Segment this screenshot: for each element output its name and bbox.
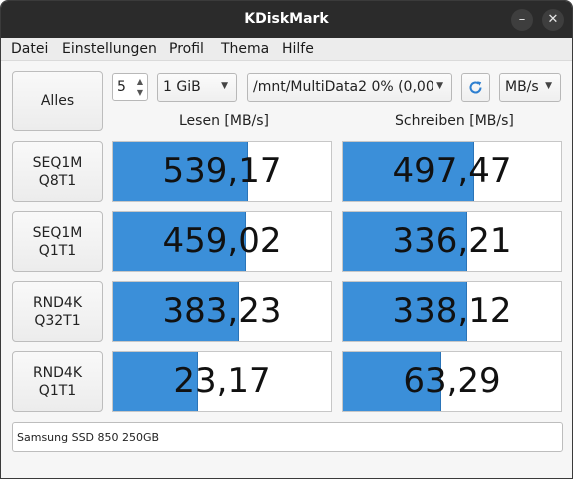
menu-datei[interactable]: Datei xyxy=(11,41,48,57)
write-value: 63,29 xyxy=(403,361,501,401)
test-name: SEQ1M xyxy=(32,225,83,241)
read-result: 459,02 xyxy=(112,211,332,272)
test-seq1m-q8t1-button[interactable]: SEQ1M Q8T1 xyxy=(12,141,103,202)
drive-value: /mnt/MultiData2 0% (0,00, xyxy=(253,79,433,95)
title-bar[interactable]: KDiskMark – ✕ xyxy=(1,1,572,38)
spin-down-icon[interactable]: ▼ xyxy=(135,87,145,98)
spin-up-icon[interactable]: ▲ xyxy=(135,76,145,87)
read-result: 383,23 xyxy=(112,281,332,342)
run-all-button[interactable]: Alles xyxy=(12,71,103,131)
drive-select[interactable]: /mnt/MultiData2 0% (0,00, ▼ xyxy=(247,73,452,102)
test-params: Q1T1 xyxy=(38,383,77,399)
refresh-icon xyxy=(469,81,482,94)
read-value: 459,02 xyxy=(162,221,282,261)
test-params: Q1T1 xyxy=(38,243,77,259)
write-column-header: Schreiben [MB/s] xyxy=(395,113,514,129)
menu-bar: Datei Einstellungen Profil Thema Hilfe xyxy=(1,38,572,61)
app-window: KDiskMark – ✕ Datei Einstellungen Profil… xyxy=(0,0,573,479)
test-params: Q32T1 xyxy=(34,313,81,329)
window-title: KDiskMark xyxy=(244,11,329,27)
read-value: 23,17 xyxy=(173,361,271,401)
device-info-field[interactable]: Samsung SSD 850 250GB xyxy=(12,422,563,452)
read-result: 23,17 xyxy=(112,351,332,412)
test-name: RND4K xyxy=(32,365,83,381)
read-value: 383,23 xyxy=(162,291,282,331)
test-name: SEQ1M xyxy=(32,155,83,171)
unit-value: MB/s xyxy=(505,79,539,95)
chevron-down-icon: ▼ xyxy=(221,81,228,91)
write-result: 63,29 xyxy=(342,351,562,412)
minimize-button[interactable]: – xyxy=(511,9,533,31)
write-result: 338,12 xyxy=(342,281,562,342)
test-seq1m-q1t1-button[interactable]: SEQ1M Q1T1 xyxy=(12,211,103,272)
write-value: 336,21 xyxy=(392,221,512,261)
size-value: 1 GiB xyxy=(163,79,201,95)
test-name: RND4K xyxy=(32,295,83,311)
read-value: 539,17 xyxy=(162,151,282,191)
write-value: 497,47 xyxy=(392,151,512,191)
write-result: 336,21 xyxy=(342,211,562,272)
read-column-header: Lesen [MB/s] xyxy=(179,113,270,129)
menu-hilfe[interactable]: Hilfe xyxy=(282,41,314,57)
test-params: Q8T1 xyxy=(38,173,77,189)
chevron-down-icon: ▼ xyxy=(545,81,552,91)
menu-thema[interactable]: Thema xyxy=(221,41,269,57)
device-name: Samsung SSD 850 250GB xyxy=(17,431,160,444)
close-button[interactable]: ✕ xyxy=(542,9,564,31)
test-rnd4k-q32t1-button[interactable]: RND4K Q32T1 xyxy=(12,281,103,342)
menu-profil[interactable]: Profil xyxy=(169,41,204,57)
runs-value: 5 xyxy=(117,79,126,95)
chevron-down-icon: ▼ xyxy=(436,81,443,91)
size-select[interactable]: 1 GiB ▼ xyxy=(157,73,237,102)
unit-select[interactable]: MB/s ▼ xyxy=(499,73,561,102)
write-value: 338,12 xyxy=(392,291,512,331)
test-rnd4k-q1t1-button[interactable]: RND4K Q1T1 xyxy=(12,351,103,412)
write-result: 497,47 xyxy=(342,141,562,202)
read-result: 539,17 xyxy=(112,141,332,202)
runs-spinbox[interactable]: 5 ▲ ▼ xyxy=(112,73,148,101)
menu-einstellungen[interactable]: Einstellungen xyxy=(62,41,157,57)
refresh-button[interactable] xyxy=(461,73,490,102)
